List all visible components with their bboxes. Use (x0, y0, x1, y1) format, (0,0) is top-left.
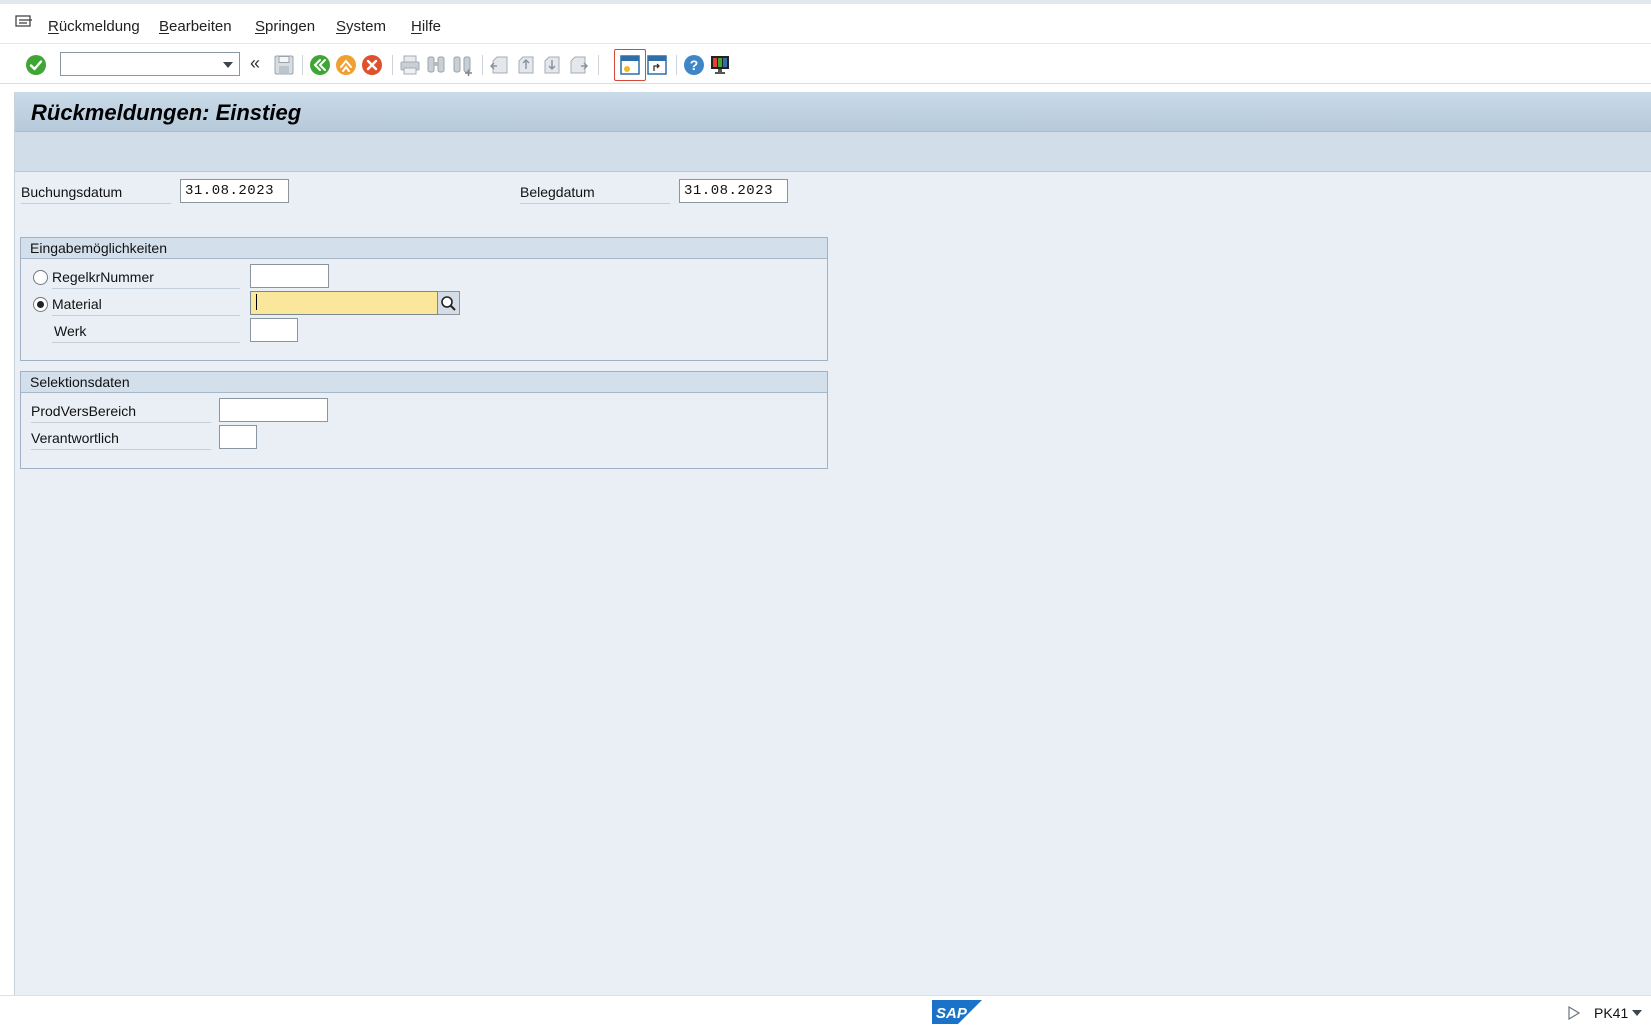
selection-data-header: Selektionsdaten (21, 372, 827, 393)
back-icon[interactable] (308, 53, 332, 77)
input-options-group: Eingabemöglichkeiten RegelkrNummer Mater… (20, 237, 828, 361)
supply-area-field[interactable] (219, 398, 328, 422)
first-page-icon[interactable] (488, 53, 512, 77)
menu-rueckmeldung[interactable]: Rückmeldung (48, 18, 140, 35)
svg-text:?: ? (690, 57, 699, 73)
menu-hilfe[interactable]: Hilfe (411, 18, 441, 35)
page-title: Rückmeldungen: Einstieg (31, 100, 302, 125)
text-cursor (256, 294, 257, 311)
system-toolbar: « ? (0, 45, 1651, 84)
input-options-header: Eingabemöglichkeiten (21, 238, 827, 259)
document-date-field[interactable]: 31.08.2023 (679, 179, 788, 203)
screen-content: Rückmeldungen: Einstieg Buchungsdatum 31… (14, 92, 1651, 995)
layout-menu-icon[interactable] (708, 53, 732, 77)
command-field[interactable] (60, 52, 240, 76)
find-next-icon[interactable] (450, 53, 474, 77)
enter-icon[interactable] (24, 53, 48, 77)
material-field[interactable] (250, 291, 438, 315)
last-page-icon[interactable] (566, 53, 590, 77)
menu-system[interactable]: System (336, 18, 386, 35)
print-icon[interactable] (398, 53, 422, 77)
menu-bar: Rückmeldung Bearbeiten Springen System H… (0, 4, 1651, 44)
document-date-label: Belegdatum (520, 180, 670, 204)
status-play-icon[interactable] (1568, 1006, 1580, 1020)
toolbar-separator (676, 55, 677, 75)
toolbar-separator (482, 55, 483, 75)
control-cycle-radio[interactable] (33, 270, 48, 285)
svg-text:SAP: SAP (936, 1005, 968, 1022)
material-search-help-button[interactable] (438, 291, 460, 315)
plant-field[interactable] (250, 318, 298, 342)
sap-logo: SAP (932, 1000, 982, 1024)
control-cycle-label: RegelkrNummer (52, 265, 240, 289)
toolbar-separator (392, 55, 393, 75)
sap-gui-window: Rückmeldung Bearbeiten Springen System H… (0, 0, 1651, 1029)
status-bar: SAP PK41 (0, 995, 1651, 1029)
application-toolbar (15, 132, 1651, 172)
menu-springen[interactable]: Springen (255, 18, 315, 35)
menu-icon[interactable] (14, 14, 34, 32)
find-icon[interactable] (424, 53, 448, 77)
material-radio[interactable] (33, 297, 48, 312)
material-label: Material (52, 292, 240, 316)
menu-bearbeiten[interactable]: Bearbeiten (159, 18, 232, 35)
title-bar: Rückmeldungen: Einstieg (15, 92, 1651, 132)
hide-command-field-icon[interactable]: « (250, 54, 260, 72)
toolbar-separator (598, 55, 599, 75)
command-input[interactable] (61, 53, 211, 75)
shortcut-icon[interactable] (645, 53, 669, 77)
save-icon[interactable] (272, 53, 296, 77)
create-session-icon[interactable] (618, 53, 642, 77)
system-info-dropdown-icon[interactable] (1632, 1010, 1642, 1016)
transaction-code: PK41 (1594, 1005, 1629, 1021)
supply-area-label: ProdVersBereich (31, 399, 211, 423)
responsible-label: Verantwortlich (31, 426, 211, 450)
posting-date-field[interactable]: 31.08.2023 (180, 179, 289, 203)
control-cycle-field[interactable] (250, 264, 329, 288)
selection-data-group: Selektionsdaten ProdVersBereich Verantwo… (20, 371, 828, 469)
posting-date-label: Buchungsdatum (21, 180, 171, 204)
toolbar-separator (302, 55, 303, 75)
command-dropdown-icon[interactable] (223, 62, 233, 68)
help-icon[interactable]: ? (682, 53, 706, 77)
next-page-icon[interactable] (540, 53, 564, 77)
responsible-field[interactable] (219, 425, 257, 449)
cancel-icon[interactable] (360, 53, 384, 77)
search-icon (441, 296, 456, 311)
plant-label: Werk (52, 319, 240, 343)
previous-page-icon[interactable] (514, 53, 538, 77)
exit-icon[interactable] (334, 53, 358, 77)
